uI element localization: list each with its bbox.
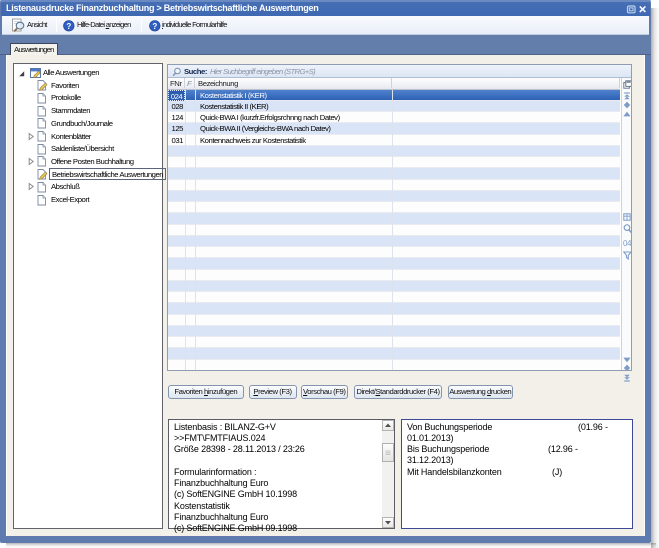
svg-text:?: ? [152,21,157,30]
svg-text:?: ? [66,21,71,30]
svg-text:04: 04 [623,239,632,247]
